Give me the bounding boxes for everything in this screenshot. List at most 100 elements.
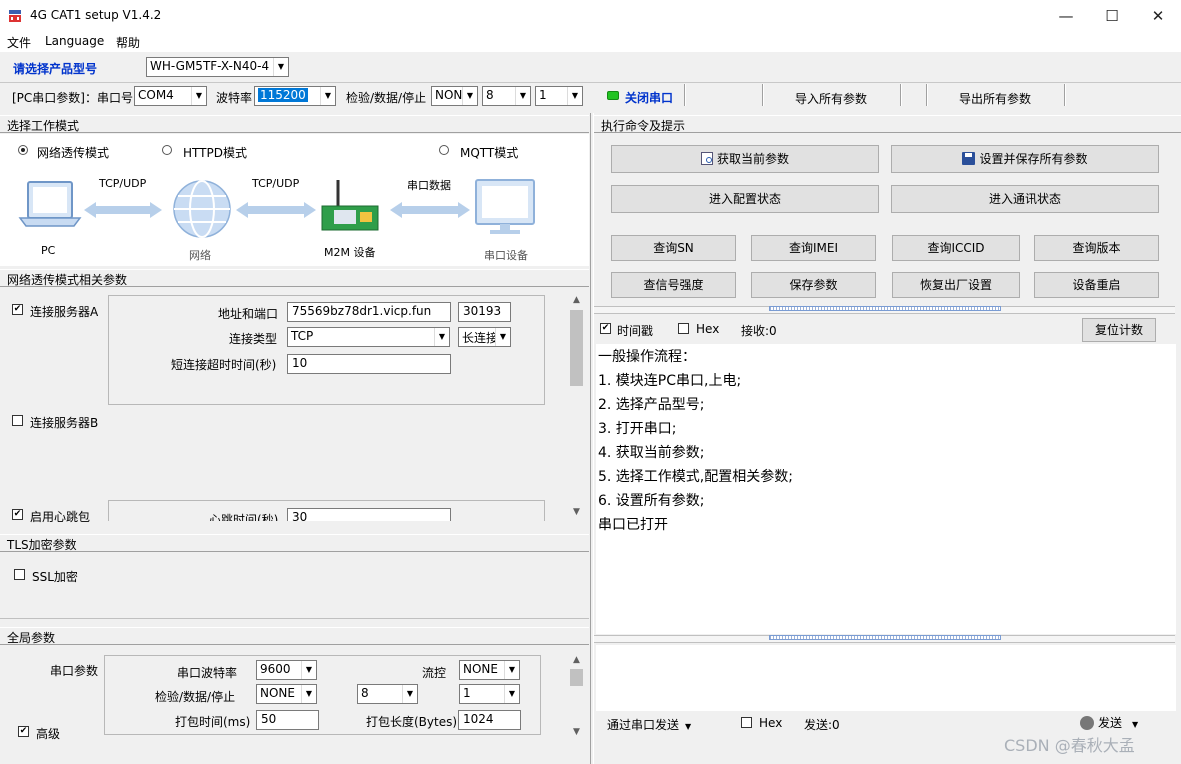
recv-hex-label: Hex bbox=[696, 322, 720, 336]
databits-select[interactable]: 8 ▼ bbox=[482, 86, 531, 106]
conn-type-select[interactable]: TCP ▼ bbox=[287, 327, 450, 347]
receive-log[interactable]: 一般操作流程： 1. 模块连PC串口,上电; 2. 选择产品型号; 3. 打开串… bbox=[596, 344, 1176, 634]
splitter[interactable] bbox=[0, 526, 589, 534]
chevron-down-icon: ▼ bbox=[567, 87, 582, 105]
global-stopbits-select[interactable]: 1 ▼ bbox=[459, 684, 520, 704]
flow-select[interactable]: NONE ▼ bbox=[459, 660, 520, 680]
timeout-label: 短连接超时时间(秒) bbox=[171, 358, 277, 372]
menu-language[interactable]: Language bbox=[45, 34, 104, 48]
serial-port-select[interactable]: COM4 ▼ bbox=[134, 86, 207, 106]
divider bbox=[1064, 84, 1066, 106]
global-baud-select[interactable]: 9600 ▼ bbox=[256, 660, 317, 680]
pack-time-input[interactable]: 50 bbox=[256, 710, 319, 730]
scroll-up-icon[interactable]: ▲ bbox=[568, 652, 585, 668]
query-iccid-button[interactable]: 查询ICCID bbox=[892, 235, 1020, 261]
server-a-label: 连接服务器A bbox=[30, 305, 99, 319]
send-mode-select[interactable]: 通过串口发送 ▼ bbox=[607, 716, 691, 733]
log-line: 6. 设置所有参数; bbox=[598, 493, 705, 509]
chevron-down-icon: ▼ bbox=[495, 328, 510, 346]
chevron-down-icon: ▼ bbox=[434, 328, 449, 346]
radio-mqtt-mode[interactable] bbox=[439, 145, 449, 155]
splitter[interactable] bbox=[0, 618, 589, 626]
import-params-button[interactable]: 导入所有参数 bbox=[795, 90, 867, 107]
timeout-input[interactable]: 10 bbox=[287, 354, 451, 374]
query-version-button[interactable]: 查询版本 bbox=[1034, 235, 1159, 261]
log-line: 4. 获取当前参数; bbox=[598, 445, 705, 461]
divider bbox=[900, 84, 902, 106]
ssl-checkbox[interactable] bbox=[14, 569, 25, 580]
serial-port-label: [PC串口参数]：串口号 bbox=[12, 91, 133, 105]
stopbits-value: 1 bbox=[539, 88, 547, 102]
recv-hex-checkbox[interactable] bbox=[678, 323, 689, 334]
global-parity-select[interactable]: NONE ▼ bbox=[256, 684, 317, 704]
factory-reset-button[interactable]: 恢复出厂设置 bbox=[892, 272, 1020, 298]
heartbeat-label: 启用心跳包 bbox=[30, 510, 91, 524]
close-port-button[interactable]: 关闭串口 bbox=[625, 89, 673, 106]
pane-divider[interactable] bbox=[590, 113, 594, 764]
pc-label: PC bbox=[41, 244, 56, 257]
server-address-input[interactable]: 75569bz78dr1.vicp.fun bbox=[287, 302, 451, 322]
search-doc-icon bbox=[700, 152, 713, 165]
timestamp-checkbox[interactable]: ✔ bbox=[600, 323, 611, 334]
globe-icon bbox=[173, 180, 231, 238]
get-params-button[interactable]: 获取当前参数 bbox=[611, 145, 879, 173]
server-a-checkbox[interactable]: ✔ bbox=[12, 304, 23, 315]
splitter-handle[interactable] bbox=[769, 635, 1001, 640]
pack-time-label: 打包时间(ms) bbox=[175, 715, 251, 729]
flow-label: 流控 bbox=[422, 666, 447, 680]
save-params-button[interactable]: 保存参数 bbox=[751, 272, 876, 298]
heartbeat-checkbox[interactable]: ✔ bbox=[12, 509, 23, 520]
send-button[interactable]: 发送 ▼ bbox=[1080, 714, 1138, 731]
flow-value: NONE bbox=[463, 662, 498, 676]
reset-count-button[interactable]: 复位计数 bbox=[1082, 318, 1156, 342]
splitter-handle[interactable] bbox=[769, 306, 1001, 311]
global-databits-select[interactable]: 8 ▼ bbox=[357, 684, 418, 704]
net-label: 网络 bbox=[189, 249, 211, 262]
radio-httpd-mode[interactable] bbox=[162, 145, 172, 155]
send-input[interactable] bbox=[596, 645, 1176, 711]
scroll-down-icon[interactable]: ▼ bbox=[568, 504, 585, 520]
server-b-checkbox[interactable] bbox=[12, 415, 23, 426]
send-hex-checkbox[interactable] bbox=[741, 717, 752, 728]
query-signal-button[interactable]: 查信号强度 bbox=[611, 272, 736, 298]
scroll-up-icon[interactable]: ▲ bbox=[568, 292, 585, 308]
enter-comm-button[interactable]: 进入通讯状态 bbox=[891, 185, 1159, 213]
menu-help[interactable]: 帮助 bbox=[116, 34, 140, 51]
parity-select[interactable]: NONI ▼ bbox=[431, 86, 478, 106]
baud-select[interactable]: 115200 ▼ bbox=[254, 86, 336, 106]
global-scrollbar[interactable]: ▲ ▼ bbox=[568, 652, 585, 740]
server-port-input[interactable]: 30193 bbox=[458, 302, 511, 322]
menu-file[interactable]: 文件 bbox=[7, 34, 31, 51]
send-hex-label: Hex bbox=[759, 716, 783, 730]
product-select[interactable]: WH-GM5TF-X-N40-4 ▼ bbox=[146, 57, 289, 77]
net-params-scrollbar[interactable]: ▲ ▼ bbox=[568, 292, 585, 522]
global-header: 全局参数 bbox=[0, 627, 589, 645]
heartbeat-time-input[interactable]: 30 bbox=[287, 508, 451, 521]
device-restart-button[interactable]: 设备重启 bbox=[1034, 272, 1159, 298]
stopbits-select[interactable]: 1 ▼ bbox=[535, 86, 583, 106]
save-all-button[interactable]: 设置并保存所有参数 bbox=[891, 145, 1159, 173]
arrow-left-right-icon bbox=[84, 202, 162, 218]
pack-len-input[interactable]: 1024 bbox=[458, 710, 521, 730]
menu-bar bbox=[0, 32, 1181, 52]
advanced-checkbox[interactable]: ✔ bbox=[18, 726, 29, 737]
export-params-button[interactable]: 导出所有参数 bbox=[959, 90, 1031, 107]
chevron-down-icon: ▼ bbox=[191, 87, 206, 105]
radio-transparent-mode[interactable] bbox=[18, 145, 28, 155]
mode-transparent-label: 网络透传模式 bbox=[37, 146, 110, 160]
conn-mode-select[interactable]: 长连接 ▼ bbox=[458, 327, 511, 347]
enter-config-button[interactable]: 进入配置状态 bbox=[611, 185, 879, 213]
maximize-button[interactable]: ☐ bbox=[1089, 0, 1135, 32]
scroll-thumb[interactable] bbox=[570, 310, 583, 386]
chevron-down-icon: ▼ bbox=[1132, 720, 1139, 729]
divider bbox=[0, 82, 1181, 83]
chevron-down-icon: ▼ bbox=[462, 87, 477, 105]
close-button[interactable]: ✕ bbox=[1135, 0, 1181, 32]
query-sn-button[interactable]: 查询SN bbox=[611, 235, 736, 261]
minimize-button[interactable]: — bbox=[1043, 0, 1089, 32]
scroll-down-icon[interactable]: ▼ bbox=[568, 724, 585, 740]
app-icon bbox=[9, 10, 21, 22]
query-imei-button[interactable]: 查询IMEI bbox=[751, 235, 876, 261]
laptop-icon bbox=[18, 181, 82, 227]
scroll-thumb[interactable] bbox=[570, 669, 583, 686]
